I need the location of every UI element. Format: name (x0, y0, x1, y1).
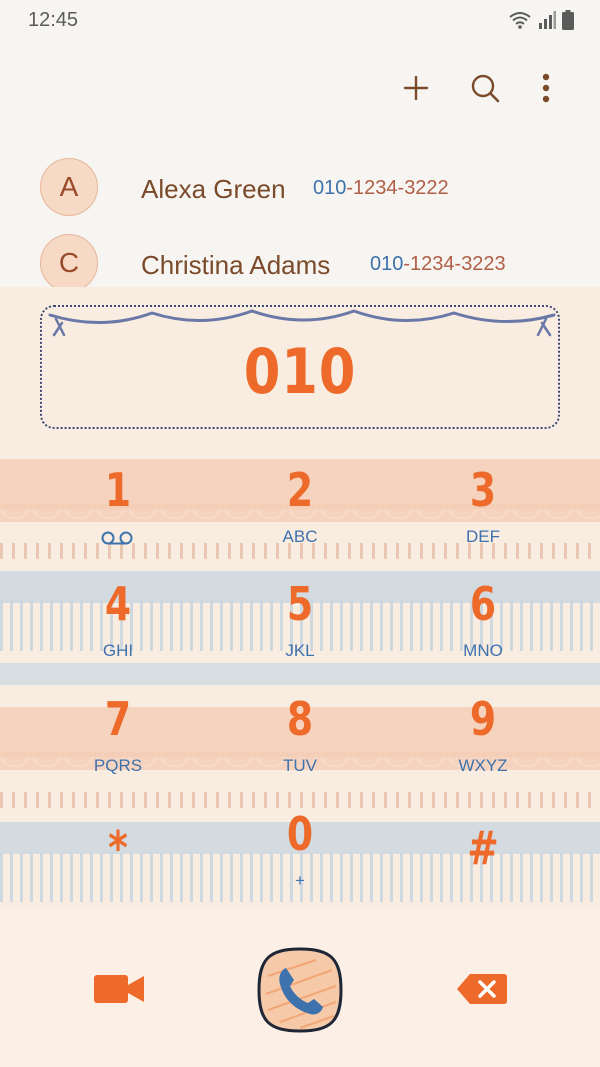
search-icon (471, 74, 500, 103)
add-icon (403, 75, 429, 101)
number-match: 010 (313, 177, 347, 199)
key-4[interactable]: 4 GHI (28, 577, 208, 687)
phone-icon (257, 947, 343, 1033)
number-rest: -1234-3223 (403, 253, 506, 275)
status-icons (508, 10, 574, 30)
key-3[interactable]: 3 DEF (393, 463, 573, 573)
key-5[interactable]: 5 JKL (210, 577, 390, 687)
more-options-button[interactable] (524, 66, 568, 110)
number-match: 010 (370, 253, 404, 275)
wifi-icon (509, 12, 531, 29)
contact-name: Christina Adams (141, 250, 331, 280)
key-digit: 8 (286, 692, 314, 746)
key-digit: 5 (286, 577, 314, 631)
add-contact-button[interactable] (394, 66, 438, 110)
key-digit: 0 (286, 807, 314, 861)
video-call-button[interactable] (92, 970, 146, 1008)
signal-icon (539, 11, 556, 29)
avatar: A (40, 158, 98, 216)
bottom-action-bar (0, 910, 600, 1067)
key-7[interactable]: 7 PQRS (28, 692, 208, 802)
key-hash[interactable]: # (393, 807, 573, 910)
key-0[interactable]: 0 + (210, 807, 390, 910)
key-8[interactable]: 8 TUV (210, 692, 390, 802)
key-letters: WXYZ (458, 756, 508, 775)
key-1[interactable]: 1 (28, 463, 208, 573)
keypad-area: 010 1 2 ABC 3 DEF 4 GHI 5 JKL 6 MNO 7 PQ… (0, 287, 600, 910)
key-digit: 1 (104, 463, 132, 517)
more-vert-icon (542, 73, 550, 103)
number-rest: -1234-3222 (346, 177, 449, 199)
key-star[interactable]: * (28, 807, 208, 910)
key-6[interactable]: 6 MNO (393, 577, 573, 687)
key-letters: GHI (102, 641, 134, 660)
contact-number: 010-1234-3222 (313, 177, 449, 200)
toolbar (0, 60, 600, 116)
key-letters: MNO (463, 641, 503, 660)
backspace-icon (457, 974, 507, 1004)
key-letters: + (295, 871, 305, 890)
contact-name: Alexa Green (141, 174, 286, 204)
key-digit: * (108, 821, 128, 875)
contact-row[interactable]: A Alexa Green 010-1234-3222 (0, 156, 600, 220)
key-digit: 6 (469, 577, 497, 631)
dialed-number-field[interactable]: 010 (40, 305, 560, 429)
key-digit: 2 (286, 463, 314, 517)
key-letters: PQRS (93, 756, 143, 775)
key-digit: 9 (469, 692, 497, 746)
key-digit: # (467, 821, 499, 875)
backspace-button[interactable] (456, 972, 508, 1006)
contact-number: 010-1234-3223 (370, 253, 506, 276)
call-button[interactable] (256, 946, 344, 1034)
battery-icon (562, 10, 574, 30)
key-digit: 7 (104, 692, 132, 746)
key-letters: TUV (283, 756, 317, 775)
video-call-icon (94, 975, 144, 1003)
avatar: C (40, 234, 98, 292)
key-letters: JKL (285, 641, 315, 660)
voicemail-icon (101, 531, 133, 545)
key-9[interactable]: 9 WXYZ (393, 692, 573, 802)
key-letters: DEF (466, 527, 500, 546)
key-digit: 3 (469, 463, 497, 517)
search-button[interactable] (463, 66, 507, 110)
status-bar: 12:45 (0, 0, 600, 40)
key-digit: 4 (104, 577, 132, 631)
dialed-number: 010 (243, 335, 357, 408)
key-letters: ABC (282, 527, 318, 546)
key-2[interactable]: 2 ABC (210, 463, 390, 573)
status-time: 12:45 (28, 9, 79, 31)
